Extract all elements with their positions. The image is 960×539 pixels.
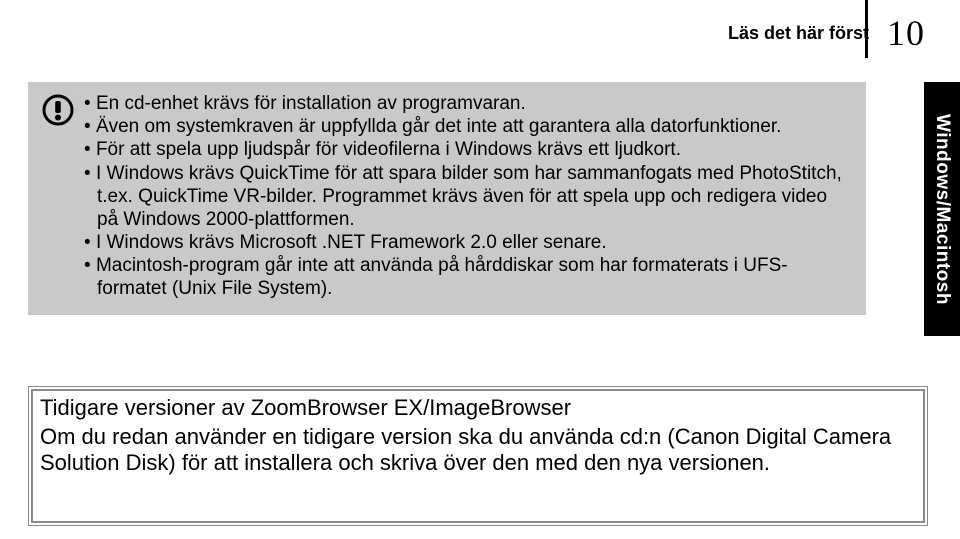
list-item-text: Även om systemkraven är uppfyllda går de… [96, 116, 781, 137]
list-item-text: Macintosh-program går inte att använda p… [96, 255, 788, 299]
info-box-body: Om du redan använder en tidigare version… [40, 424, 920, 478]
page-header: Läs det här först 10 [728, 12, 925, 54]
list-item: • Macintosh-program går inte att använda… [84, 254, 852, 300]
list-item-text: I Windows krävs QuickTime för att spara … [96, 163, 842, 230]
list-item-text: För att spela upp ljudspår för videofile… [96, 139, 681, 160]
info-box-title: Tidigare versioner av ZoomBrowser EX/Ima… [40, 394, 920, 422]
list-item: • En cd-enhet krävs för installation av … [84, 92, 852, 115]
section-title: Läs det här först [728, 23, 869, 44]
side-tab: Windows/Macintosh [924, 82, 960, 336]
info-box: Tidigare versioner av ZoomBrowser EX/Ima… [40, 394, 920, 477]
list-item: • I Windows krävs QuickTime för att spar… [84, 162, 852, 232]
list-item: • För att spela upp ljudspår för videofi… [84, 138, 852, 161]
list-item: • Även om systemkraven är uppfyllda går … [84, 115, 852, 138]
side-tab-label: Windows/Macintosh [931, 114, 953, 305]
warning-list: • En cd-enhet krävs för installation av … [84, 92, 852, 301]
page-number: 10 [887, 12, 925, 54]
list-item-text: En cd-enhet krävs för installation av pr… [96, 93, 526, 114]
exclamation-icon [42, 94, 74, 126]
warning-box: • En cd-enhet krävs för installation av … [28, 82, 866, 315]
list-item-text: I Windows krävs Microsoft .NET Framework… [96, 232, 607, 253]
list-item: • I Windows krävs Microsoft .NET Framewo… [84, 231, 852, 254]
